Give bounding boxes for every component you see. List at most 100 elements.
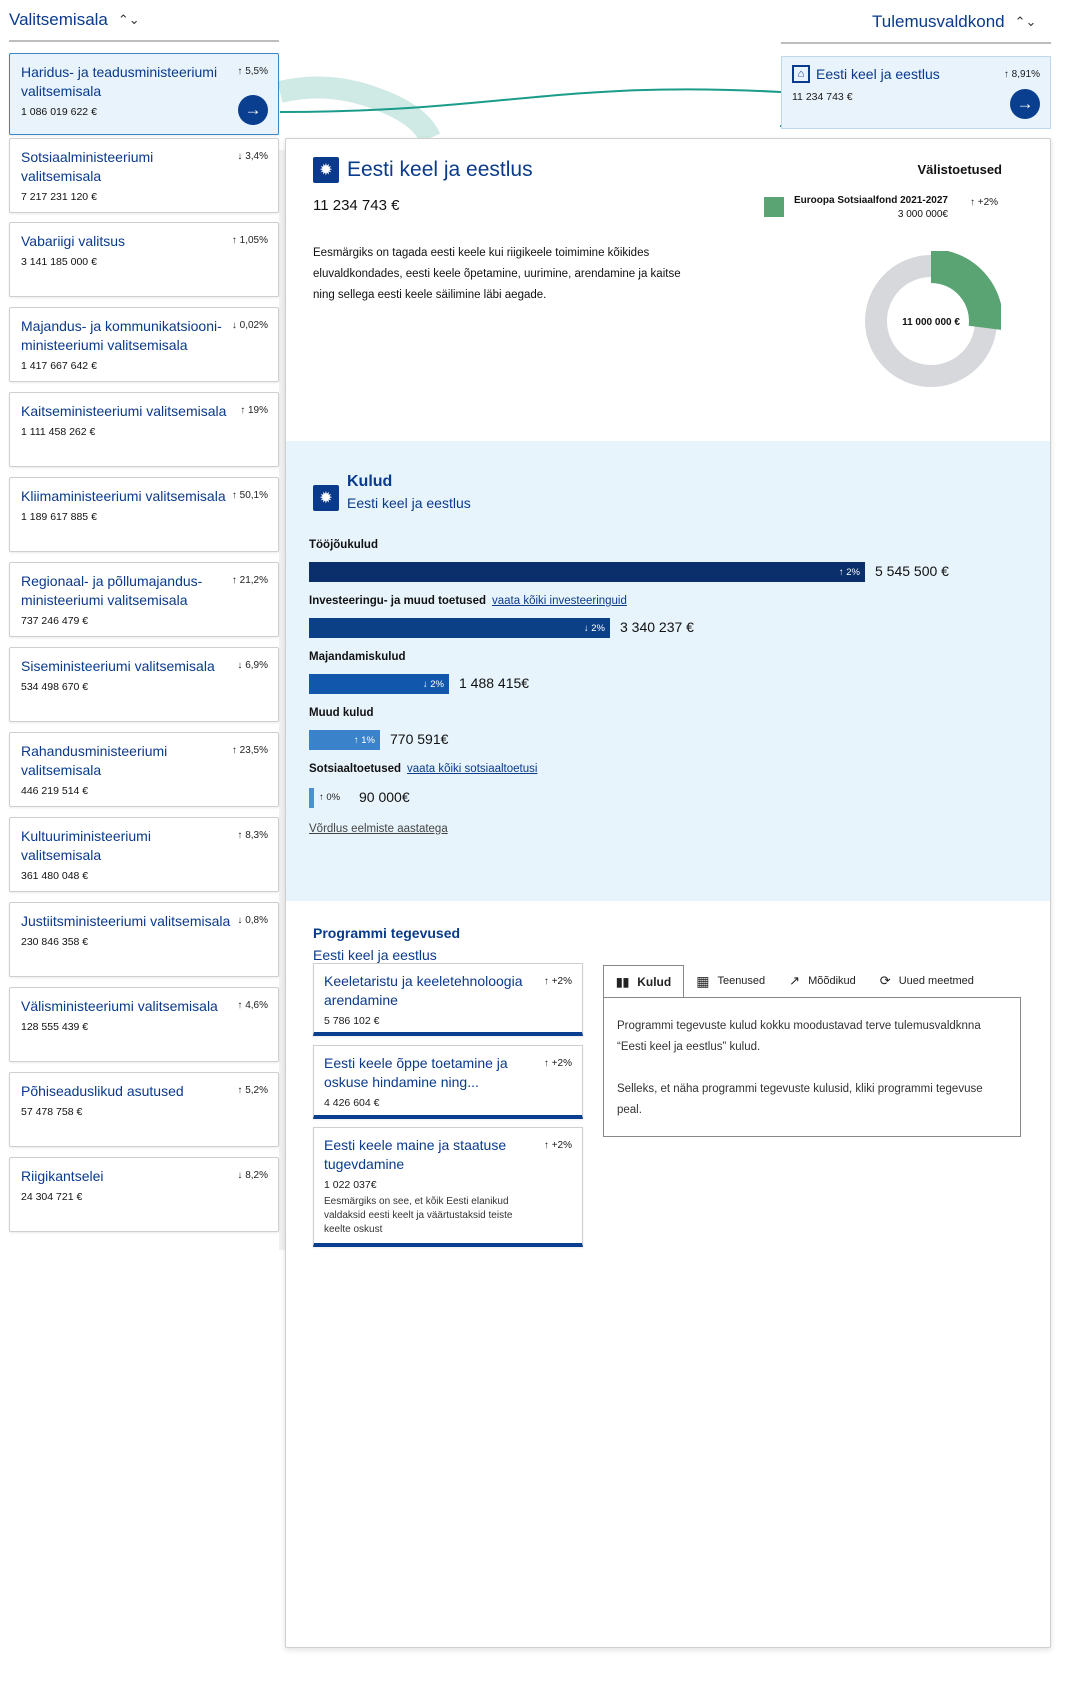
cost-value: 5 545 500 € (875, 563, 949, 579)
ministry-change: ↑ 8,3% (237, 830, 268, 841)
ministry-card[interactable]: Siseministeeriumi valitsemisala 534 498 … (9, 647, 279, 722)
program-activity-amount: 1 022 037€ (324, 1179, 377, 1191)
program-subtitle: Eesti keel ja eestlus (313, 947, 437, 963)
cost-bar[interactable]: ↓ 2% (309, 674, 449, 694)
ministry-card[interactable]: Rahandusministeeriumi valitsemisala 446 … (9, 732, 279, 807)
ministry-name: Riigikantselei (21, 1168, 104, 1184)
tab-services[interactable]: ▦ Teenused (684, 965, 777, 997)
ministry-card[interactable]: Justiitsministeeriumi valitsemisala 230 … (9, 902, 279, 977)
ministry-card[interactable]: Sotsiaalministeeriumi valitsemisala 7 21… (9, 138, 279, 213)
compare-years-link[interactable]: Võrdlus eelmiste aastatega (309, 823, 448, 835)
ministry-name: Rahandusministeeriumi valitsemisala (21, 743, 168, 778)
result-area-name: Eesti keel ja eestlus (816, 66, 940, 82)
cost-value: 3 340 237 € (620, 619, 694, 635)
ministry-sort-header[interactable]: Valitsemisala ⌃⌄ (9, 10, 140, 30)
ministry-card[interactable]: Kaitseministeeriumi valitsemisala 1 111 … (9, 392, 279, 467)
program-activity-amount: 4 426 604 € (324, 1097, 380, 1109)
cost-label: Tööjõukulud (309, 539, 378, 551)
cost-label: Muud kulud (309, 707, 374, 719)
result-header-title: Tulemusvaldkond (872, 12, 1005, 31)
tab-label: Uued meetmed (898, 975, 974, 987)
program-activity-card[interactable]: Eesti keele õppe toetamine ja oskuse hin… (313, 1045, 583, 1119)
detail-title: Eesti keel ja eestlus (347, 158, 533, 181)
external-funding-title: Välistoetused (917, 162, 1002, 177)
cost-value: 770 591€ (390, 731, 449, 747)
ministry-card[interactable]: Majandus- ja kommunikatsiooni-ministeeri… (9, 307, 279, 382)
cost-bar-change: ↑ 1% (353, 734, 375, 746)
arrow-right-icon[interactable]: → (1010, 89, 1040, 119)
ministry-amount: 446 219 514 € (21, 785, 89, 797)
program-activity-card[interactable]: Eesti keele maine ja staatuse tugevdamin… (313, 1127, 583, 1247)
cost-bar[interactable]: ↓ 2% (309, 618, 610, 638)
ministry-amount: 1 111 458 262 € (21, 426, 96, 438)
ministry-amount: 1 417 667 642 € (21, 360, 97, 372)
tab-new-measures[interactable]: ⟳ Uued meetmed (868, 965, 986, 997)
ministry-amount: 24 304 721 € (21, 1191, 83, 1203)
cost-label: Investeeringu- ja muud toetused (309, 595, 486, 607)
ministry-amount: 361 480 048 € (21, 870, 89, 882)
ministry-name: Kultuuriministeeriumi valitsemisala (21, 828, 151, 863)
external-funding-amount: 3 000 000€ (897, 209, 948, 220)
investments-link[interactable]: vaata kõiki investeeringuid (492, 595, 627, 607)
result-area-change: ↑ 8,91% (1003, 69, 1040, 80)
result-area-card[interactable]: ⌂ Eesti keel ja eestlus 11 234 743 € ↑ 8… (781, 56, 1051, 129)
ministry-card[interactable]: Kliimaministeeriumi valitsemisala 1 189 … (9, 477, 279, 552)
cost-value: 1 488 415€ (459, 675, 530, 691)
tab-text: Programmi tegevuste kulud kokku moodusta… (617, 1020, 981, 1053)
ministry-name: Siseministeeriumi valitsemisala (21, 658, 215, 674)
sort-icon[interactable]: ⌃⌄ (118, 12, 140, 28)
ministry-change: ↑ 50,1% (231, 490, 268, 501)
grid-icon: ▦ (696, 972, 710, 989)
tab-indicators[interactable]: ↗ Mõõdikud (777, 965, 868, 997)
donut-label: 11 000 000 € (902, 317, 960, 328)
tab-text: Selleks, et näha programmi tegevuste kul… (617, 1083, 983, 1116)
ministry-name: Kaitseministeeriumi valitsemisala (21, 403, 227, 419)
ministry-change: ↓ 6,9% (237, 660, 268, 671)
program-header: Programmi tegevused Eesti keel ja eestlu… (313, 925, 460, 963)
ministry-amount: 230 846 358 € (21, 936, 89, 948)
cost-bar[interactable] (309, 788, 314, 808)
tab-costs[interactable]: ▮▮ Kulud (603, 965, 685, 997)
cost-bar-change: ↓ 2% (422, 678, 444, 690)
tab-label: Kulud (637, 974, 672, 989)
social-benefits-link[interactable]: vaata kõiki sotsiaaltoetusi (407, 763, 537, 775)
cost-label: Sotsiaaltoetused (309, 763, 402, 775)
ministry-amount: 7 217 231 120 € (21, 191, 97, 203)
program-activity-card[interactable]: Keeletaristu ja keeletehnoloogia arendam… (313, 963, 583, 1036)
program-activity-change: ↑ +2% (543, 976, 572, 987)
ministry-card[interactable]: Põhiseaduslikud asutused 57 478 758 € ↑ … (9, 1072, 279, 1147)
program-activity-name: Keeletaristu ja keeletehnoloogia arendam… (324, 973, 523, 1008)
result-area-amount: 11 234 743 € (792, 91, 853, 103)
ministry-card[interactable]: Riigikantselei 24 304 721 € ↓ 8,2% (9, 1157, 279, 1232)
sort-icon[interactable]: ⌃⌄ (1015, 14, 1037, 30)
ministry-change: ↑ 4,6% (237, 1000, 268, 1011)
result-area-sort-header[interactable]: Tulemusvaldkond ⌃⌄ (872, 12, 1036, 32)
external-funding-change: ↑ +2% (969, 197, 999, 208)
ministry-name: Haridus- ja teadusministeeriumi valitsem… (21, 64, 218, 99)
trend-icon: ↗ (789, 973, 801, 988)
ministry-amount: 1 086 019 622 € (21, 106, 97, 118)
arrow-right-icon[interactable]: → (238, 95, 268, 125)
ministry-card[interactable]: Kultuuriministeeriumi valitsemisala 361 … (9, 817, 279, 892)
program-activity-amount: 5 786 102 € (324, 1015, 380, 1027)
costs-subtitle: Eesti keel ja eestlus (347, 495, 471, 511)
cost-bar[interactable]: ↑ 1% (309, 730, 380, 750)
cost-bar[interactable]: ↑ 2% (309, 562, 865, 582)
cost-bar-change: ↑ 2% (838, 566, 860, 578)
ministry-card[interactable]: Haridus- ja teadusministeeriumi valitsem… (9, 53, 279, 135)
ministry-header-title: Valitsemisala (9, 10, 108, 29)
ministry-card[interactable]: Välisministeeriumi valitsemisala 128 555… (9, 987, 279, 1062)
program-title: Programmi tegevused (313, 925, 461, 941)
bar-chart-icon: ▮▮ (616, 974, 630, 989)
ministry-card[interactable]: Vabariigi valitsus 3 141 185 000 € ↑ 1,0… (9, 222, 279, 297)
tab-label: Mõõdikud (808, 975, 856, 987)
detail-description: Eesmärgiks on tagada eesti keele kui rii… (313, 247, 681, 301)
ministry-amount: 737 246 479 € (21, 615, 89, 627)
ministry-name: Põhiseaduslikud asutused (21, 1083, 184, 1099)
refresh-icon: ⟳ (879, 973, 891, 988)
ministry-change: ↑ 1,05% (231, 235, 268, 246)
ministry-change: ↑ 5,2% (237, 1085, 268, 1096)
tab-label: Teenused (717, 975, 766, 987)
ministry-change: ↓ 3,4% (237, 151, 268, 162)
ministry-card[interactable]: Regionaal- ja põllumajandus-ministeerium… (9, 562, 279, 637)
